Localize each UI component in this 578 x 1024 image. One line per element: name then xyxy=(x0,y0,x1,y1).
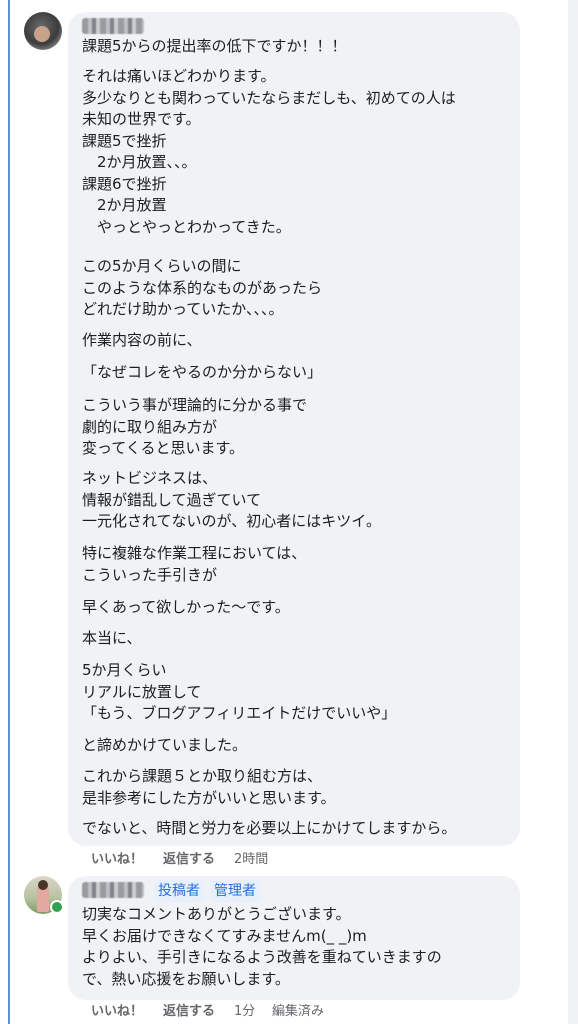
comment-paragraph: 特に複雑な作業工程においては、 こういった手引きが xyxy=(82,544,307,584)
avatar-face xyxy=(34,26,50,42)
commenter-avatar[interactable] xyxy=(24,12,62,50)
reply-link[interactable]: 返信する xyxy=(163,852,215,868)
thread-line xyxy=(8,0,10,1024)
reply-paragraph: 切実なコメントありがとうございます。 早くお届けできなくてすみませんm(_ _)… xyxy=(82,905,442,988)
comment-paragraph: 本当に、 xyxy=(82,629,142,647)
comment-paragraph: 5か月くらい リアルに放置して 「もう、ブログアフィリエイトだけでいいや」 xyxy=(82,661,397,722)
comment-paragraph: 課題5からの提出率の低下ですか！！！ xyxy=(82,37,347,55)
comment-paragraph: 早くあって欲しかった～です。 xyxy=(82,598,290,616)
comment-paragraph: 作業内容の前に、 xyxy=(82,331,202,349)
reply-link[interactable]: 返信する xyxy=(163,1004,215,1020)
comment-paragraph: でないと、時間と労力を必要以上にかけてしますから。 xyxy=(82,819,457,837)
comment-paragraph: ネットビジネスは、 情報が錯乱して過ぎていて 一元化されてないのが、初心者にはキ… xyxy=(82,469,381,530)
scroll-gutter xyxy=(568,0,578,1024)
author-name-redacted[interactable] xyxy=(82,882,144,898)
comment-thread: 課題5からの提出率の低下ですか！！！ それは痛いほどわかります。 多少なりとも関… xyxy=(0,0,578,1024)
comment-paragraph: この5か月くらいの間に このような体系的なものがあったら どれだけ助かっていたか… xyxy=(82,257,323,318)
edited-label[interactable]: 編集済み xyxy=(272,1004,324,1020)
reply-timestamp[interactable]: 1分 xyxy=(234,1004,255,1020)
comment-paragraph: それは痛いほどわかります。 多少なりとも関わっていたならまだしも、初めての人は … xyxy=(82,67,456,236)
comment-timestamp[interactable]: 2時間 xyxy=(234,852,268,868)
comment-paragraph: 「なぜコレをやるのか分からない」 xyxy=(82,363,323,381)
author-badge: 投稿者 xyxy=(154,880,204,902)
admin-badge: 管理者 xyxy=(210,880,260,902)
like-link[interactable]: いいね！ xyxy=(91,852,143,868)
avatar-head xyxy=(38,880,48,890)
commenter-name-redacted[interactable] xyxy=(82,18,144,34)
comment-paragraph: こういう事が理論的に分かる事で 劇的に取り組み方が 変ってくると思います。 xyxy=(82,396,308,457)
comment-paragraph: これから課題５とか取り組む方は、 是非参考にした方がいいと思います。 xyxy=(82,767,336,807)
comment-paragraph: と諦めかけていました。 xyxy=(82,736,248,754)
online-status-dot xyxy=(50,900,64,914)
like-link[interactable]: いいね！ xyxy=(91,1004,143,1020)
